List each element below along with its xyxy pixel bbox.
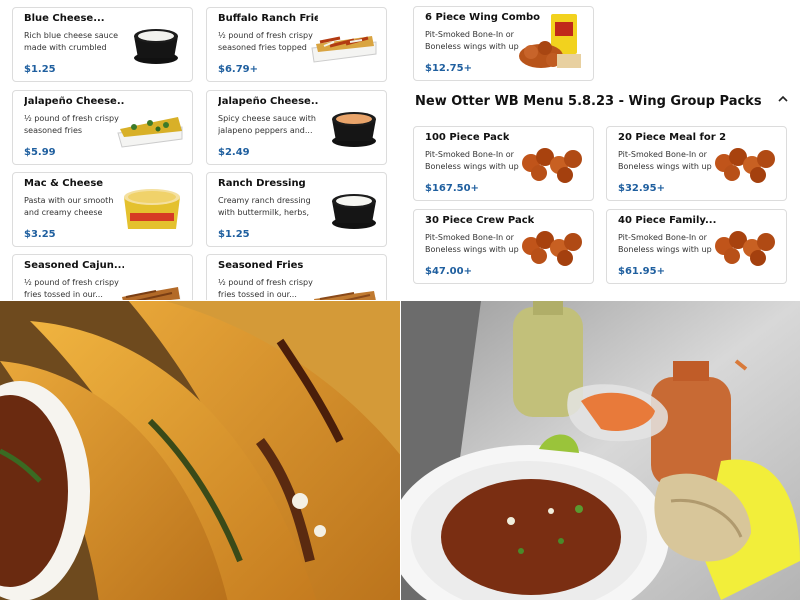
- menu-item-name: Buffalo Ranch Fries: [218, 13, 318, 24]
- menu-item-price: $3.25: [24, 229, 56, 240]
- buffalo-ranch-fries-image: [311, 36, 377, 63]
- menu-item-description: ½ pound of fresh crispy seasoned fries t…: [218, 31, 313, 52]
- menu-item-card[interactable]: Seasoned Fries ½ pound of fresh crispy f…: [206, 254, 387, 300]
- wing-pack-image: [522, 148, 582, 183]
- menu-item-price: $2.49: [218, 147, 250, 158]
- wing-pack-image: [715, 231, 775, 266]
- jalapeno-cheese-sauce-image: [332, 112, 376, 147]
- menu-item-description: Creamy ranch dressing with buttermilk, h…: [218, 196, 311, 217]
- menu-item-description: ½ pound of fresh crispy fries tossed in …: [218, 278, 313, 299]
- menu-item-name: Jalapeño Cheese...: [24, 96, 124, 107]
- mac-and-cheese-image: [124, 189, 180, 229]
- seasoned-fries-image: [314, 291, 376, 300]
- menu-item-name: Seasoned Cajun...: [24, 260, 124, 271]
- menu-item-card[interactable]: Jalapeño Cheese... Spicy cheese sauce wi…: [206, 90, 387, 165]
- jalapeno-cheese-fries-image: [117, 117, 183, 148]
- menu-item-description: ½ pound of fresh crispy fries tossed in …: [24, 278, 119, 299]
- wing-pack-image: [715, 148, 775, 183]
- menu-item-name: Blue Cheese...: [24, 13, 105, 24]
- menu-item-description: Pasta with our smooth and creamy cheese …: [24, 196, 114, 217]
- cajun-fries-image: [122, 287, 181, 300]
- section-heading: New Otter WB Menu 5.8.23 - Wing Group Pa…: [415, 94, 762, 109]
- menu-item-name: Ranch Dressing: [218, 178, 306, 189]
- menu-item-description: Rich blue cheese sauce made with crumble…: [24, 31, 119, 52]
- side-menu-panel: Blue Cheese... Rich blue cheese sauce ma…: [0, 0, 400, 300]
- menu-item-price: $167.50+: [425, 183, 479, 194]
- menu-item-price: $1.25: [218, 229, 250, 240]
- ranch-dressing-image: [332, 194, 376, 229]
- menu-item-price: $5.99: [24, 147, 56, 158]
- birria-tacos-photo: [0, 301, 400, 600]
- menu-item-card[interactable]: 20 Piece Meal for 2 Pit-Smoked Bone-In o…: [606, 126, 787, 201]
- menu-item-name: Seasoned Fries: [218, 260, 304, 271]
- grid-divider-horizontal: [0, 300, 800, 301]
- menu-item-price: $32.95+: [618, 183, 665, 194]
- menu-item-description: Pit-Smoked Bone-In or Boneless wings wit…: [425, 233, 519, 254]
- menu-item-name: Mac & Cheese: [24, 178, 104, 189]
- menu-item-name: 100 Piece Pack: [425, 132, 510, 143]
- menu-item-price: $47.00+: [425, 266, 472, 277]
- plate-illustration: [401, 301, 800, 600]
- menu-item-price: $1.25: [24, 64, 56, 75]
- menu-item-card[interactable]: Mac & Cheese Pasta with our smooth and c…: [12, 172, 193, 247]
- menu-item-card[interactable]: Seasoned Cajun... ½ pound of fresh crisp…: [12, 254, 193, 300]
- menu-item-description: Pit-Smoked Bone-In or Boneless wings wit…: [425, 30, 519, 51]
- sauce-cup-image: [134, 29, 178, 64]
- menu-item-price: $6.79+: [218, 64, 259, 75]
- menu-item-price: $12.75+: [425, 63, 472, 74]
- menu-item-description: Spicy cheese sauce with jalapeno peppers…: [218, 114, 316, 135]
- wing-pack-image: [522, 231, 582, 266]
- menu-item-price: $61.95+: [618, 266, 665, 277]
- chevron-up-icon[interactable]: [776, 92, 790, 106]
- wing-combo-image: [519, 14, 581, 68]
- menu-item-card[interactable]: Ranch Dressing Creamy ranch dressing wit…: [206, 172, 387, 247]
- consomme-plate-photo: [401, 301, 800, 600]
- wing-menu-panel: 6 Piece Wing Combo Pit-Smoked Bone-In or…: [401, 0, 800, 300]
- menu-item-card[interactable]: 6 Piece Wing Combo Pit-Smoked Bone-In or…: [413, 6, 594, 81]
- menu-item-card[interactable]: Jalapeño Cheese... ½ pound of fresh cris…: [12, 90, 193, 165]
- menu-item-card[interactable]: Buffalo Ranch Fries ½ pound of fresh cri…: [206, 7, 387, 82]
- menu-item-description: Pit-Smoked Bone-In or Boneless wings wit…: [618, 233, 712, 254]
- menu-item-card[interactable]: 30 Piece Crew Pack Pit-Smoked Bone-In or…: [413, 209, 594, 284]
- menu-item-card[interactable]: 40 Piece Family... Pit-Smoked Bone-In or…: [606, 209, 787, 284]
- menu-item-description: ½ pound of fresh crispy seasoned fries s…: [24, 114, 119, 135]
- menu-item-card[interactable]: 100 Piece Pack Pit-Smoked Bone-In or Bon…: [413, 126, 594, 201]
- menu-item-description: Pit-Smoked Bone-In or Boneless wings wit…: [618, 150, 712, 171]
- menu-item-description: Pit-Smoked Bone-In or Boneless wings wit…: [425, 150, 519, 171]
- tacos-illustration: [0, 301, 400, 600]
- menu-item-card[interactable]: Blue Cheese... Rich blue cheese sauce ma…: [12, 7, 193, 82]
- menu-item-name: 40 Piece Family...: [618, 215, 717, 226]
- menu-item-name: Jalapeño Cheese...: [218, 96, 318, 107]
